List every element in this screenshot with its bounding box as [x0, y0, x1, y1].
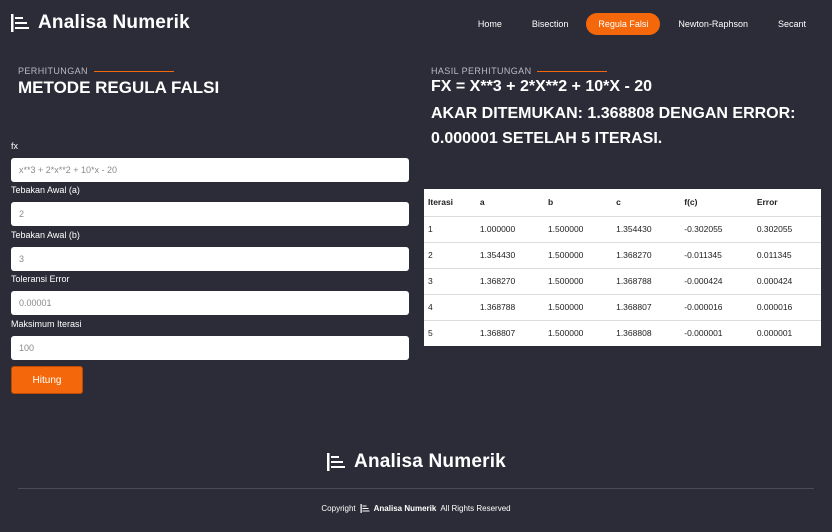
col-b: b [547, 197, 554, 208]
table-row: 4 1.368788 1.500000 1.368807 -0.000016 0… [424, 293, 821, 320]
table-cell: 1.368807 [612, 293, 681, 320]
brand-logo[interactable]: Analisa Numerik [10, 12, 190, 34]
table-cell: 0.000001 [752, 319, 821, 346]
fx-label: fx [11, 141, 19, 151]
table-cell: -0.000016 [680, 293, 753, 320]
initial-a-input[interactable] [11, 202, 409, 226]
col-c: c [616, 197, 621, 208]
bar-list-icon [327, 453, 346, 471]
table-cell: 1.368270 [475, 267, 544, 294]
maxit-label: Maksimum Iterasi [11, 319, 82, 329]
nav-newton-raphson[interactable]: Newton-Raphson [666, 13, 760, 35]
table-cell: 1.368808 [612, 319, 681, 346]
table-row: 3 1.368270 1.500000 1.368788 -0.000424 0… [424, 267, 821, 294]
col-a: a [479, 197, 485, 208]
nav-regula-falsi[interactable]: Regula Falsi [586, 13, 661, 35]
main-nav: Home Bisection Regula Falsi Newton-Raphs… [460, 13, 818, 35]
table-row: 1 1.000000 1.500000 1.354430 -0.302055 0… [424, 215, 821, 242]
table-cell: 3 [424, 267, 476, 294]
hitung-button[interactable]: Hitung [11, 366, 83, 394]
result-fx: FX = X**3 + 2*X**2 + 10*X - 20 [431, 78, 653, 95]
table-cell: 2 [424, 241, 476, 268]
table-header-row: Iterasi a b c f(c) Error [424, 189, 821, 216]
result-kicker-text: HASIL PERHITUNGAN [431, 66, 532, 76]
table-cell: -0.302055 [680, 215, 753, 242]
initial-b-input[interactable] [11, 247, 409, 271]
table-cell: 1.500000 [543, 241, 613, 268]
nav-home[interactable]: Home [466, 13, 514, 35]
table-cell: 4 [424, 293, 476, 320]
table-cell: -0.000424 [680, 267, 753, 294]
result-message: AKAR DITEMUKAN: 1.368808 DENGAN ERROR: 0… [431, 105, 796, 147]
result-kicker: HASIL PERHITUNGAN [431, 66, 608, 76]
table-cell: 1.368788 [475, 293, 544, 320]
copyright: Copyright Analisa Numerik All Rights Res… [0, 503, 832, 514]
table-cell: 0.302055 [752, 215, 821, 242]
tolerance-input[interactable] [11, 291, 409, 315]
calc-title: METODE REGULA FALSI [18, 78, 220, 97]
table-cell: 1.354430 [475, 241, 544, 268]
top-navbar: Analisa Numerik Home Bisection Regula Fa… [0, 0, 832, 50]
brand-name: Analisa Numerik [38, 12, 190, 33]
b-label: Tebakan Awal (b) [11, 230, 80, 240]
table-row: 5 1.368807 1.500000 1.368808 -0.000001 0… [424, 319, 821, 346]
table-cell: 1.500000 [543, 293, 613, 320]
footer-divider [18, 488, 814, 489]
copyright-prefix: Copyright [321, 504, 356, 513]
table-row: 2 1.354430 1.500000 1.368270 -0.011345 0… [424, 241, 821, 268]
table-cell: 1.368270 [612, 241, 681, 268]
table-cell: 1.500000 [543, 319, 613, 346]
table-cell: 0.011345 [752, 241, 821, 268]
table-cell: 5 [424, 319, 476, 346]
footer-brand[interactable]: Analisa Numerik [0, 451, 832, 473]
table-cell: 1.500000 [543, 267, 613, 294]
kicker-underline [93, 70, 174, 72]
nav-bisection[interactable]: Bisection [520, 13, 581, 35]
table-cell: 1.368788 [612, 267, 681, 294]
footer-brand-name: Analisa Numerik [354, 451, 506, 472]
bar-list-icon [360, 504, 370, 513]
iteration-table: Iterasi a b c f(c) Error 1 1.000000 1.50… [424, 189, 821, 346]
table-cell: -0.000001 [680, 319, 753, 346]
max-iter-input[interactable] [11, 336, 409, 360]
table-cell: 0.000016 [752, 293, 821, 320]
calc-kicker-text: PERHITUNGAN [18, 66, 88, 76]
table-cell: 1.354430 [612, 215, 681, 242]
col-error: Error [756, 197, 778, 208]
copyright-brand: Analisa Numerik [373, 504, 437, 513]
kicker-underline [537, 70, 608, 72]
table-cell: 1.000000 [475, 215, 544, 242]
bar-list-icon [11, 14, 29, 32]
table-cell: 0.000424 [752, 267, 821, 294]
fx-input[interactable] [11, 158, 409, 182]
table-cell: 1.368807 [475, 319, 544, 346]
col-fc: f(c) [684, 197, 698, 208]
col-iterasi: Iterasi [428, 197, 454, 208]
copyright-suffix: All Rights Reserved [440, 504, 511, 513]
table-cell: -0.011345 [680, 241, 753, 268]
calc-kicker: PERHITUNGAN [18, 66, 174, 76]
nav-secant[interactable]: Secant [766, 13, 818, 35]
tol-label: Toleransi Error [11, 274, 70, 284]
table-cell: 1.500000 [543, 215, 613, 242]
table-cell: 1 [424, 215, 476, 242]
a-label: Tebakan Awal (a) [11, 185, 80, 195]
